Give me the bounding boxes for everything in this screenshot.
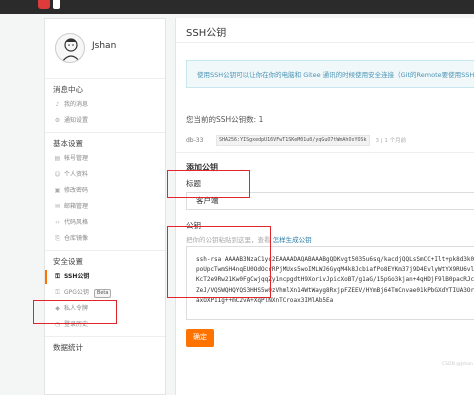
key-count-label: 您当前的SSH公钥数: 1 (186, 115, 264, 124)
code-icon: ‹› (55, 219, 60, 226)
account-icon: ▤ (54, 155, 61, 162)
sidebar-item-label: 通知设置 (64, 117, 89, 124)
avatar-image-icon (61, 38, 81, 62)
mirror-icon: ⎘ (55, 235, 60, 242)
username[interactable]: Jshan (92, 41, 116, 51)
title-input[interactable]: 客户端 (186, 192, 474, 210)
key-fingerprint: SHA256:YISgxedpU16VFwT1SKeM01u0/yqGuO7tW… (216, 134, 370, 146)
sidebar-item-bell[interactable]: ♪ 我的消息 (45, 97, 165, 113)
divider (45, 250, 165, 251)
gitee-logo[interactable] (38, 0, 50, 9)
key-hint: 把你的公钥粘贴到这里，查看 怎样生成公钥 (186, 234, 312, 244)
bell-icon: ♪ (55, 101, 60, 108)
sidebar-item-label: 帐号管理 (64, 155, 89, 162)
info-banner: 使用SSH公钥可以让你在你的电脑和 Gitee 通讯的时候使用安全连接（Git的… (186, 60, 474, 88)
page-title: SSH公钥 (186, 28, 227, 39)
sidebar-item-lock[interactable]: ▣ 修改密码 (45, 183, 165, 199)
gpg-key-icon: ⚿ (55, 289, 60, 296)
token-icon: ◆ (55, 305, 60, 312)
sidebar-item-code[interactable]: ‹› 代码风格 (45, 215, 165, 231)
sidebar-item-label: GPG公钥 (64, 289, 89, 296)
sidebar-item-gpg-key[interactable]: ⚿ GPG公钥 Beta (45, 285, 165, 301)
sidebar-item-label: 仓库镜像 (64, 235, 89, 242)
sidebar-item-mirror[interactable]: ⎘ 仓库镜像 (45, 231, 165, 247)
sidebar-section-title: 安全设置 (53, 257, 83, 266)
sidebar-item-label: SSH公钥 (64, 273, 90, 280)
watermark: CSDN @Jshan (442, 362, 473, 367)
sidebar-item-history[interactable]: ◷ 登录历史 (45, 317, 165, 333)
sidebar-item-label: 修改密码 (64, 187, 89, 194)
sidebar-menu: 消息中心 ♪ 我的消息 ⚙ 通知设置 基本设置 ▤ 帐号管理 ☺ 个人资料 ▣ 修改密码 ✉ 邮箱管理 ‹›… (45, 83, 165, 355)
key-name: db-33 (186, 136, 204, 144)
beta-badge: Beta (93, 288, 112, 298)
settings-icon: ⚙ (54, 117, 61, 124)
sidebar-item-label: 个人资料 (64, 171, 89, 178)
brand-mark (53, 0, 60, 9)
sidebar-section-title: 消息中心 (53, 85, 83, 94)
sidebar-item-mail[interactable]: ✉ 邮箱管理 (45, 199, 165, 215)
settings-sidebar: Jshan 消息中心 ♪ 我的消息 ⚙ 通知设置 基本设置 ▤ 帐号管理 ☺ 个人资料 ▣ 修改密码 ✉… (44, 18, 166, 395)
key-icon: ⚿ (55, 273, 60, 280)
avatar[interactable] (55, 33, 85, 63)
main-content: SSH公钥 使用SSH公钥可以让你在你的电脑和 Gitee 通讯的时候使用安全连… (175, 18, 474, 395)
user-profile: Jshan (45, 19, 165, 79)
sidebar-section-title: 基本设置 (53, 139, 83, 148)
sidebar-item-label: 代码风格 (64, 219, 89, 226)
mail-icon: ✉ (54, 203, 61, 210)
sidebar-item-label: 我的消息 (64, 101, 89, 108)
divider (176, 42, 474, 43)
key-meta: 3 | 1 个月前 (375, 138, 407, 144)
sidebar-item-key[interactable]: ⚿ SSH公钥 (45, 269, 165, 285)
generate-key-link[interactable]: 怎样生成公钥 (273, 236, 312, 244)
active-indicator (45, 270, 47, 284)
user-icon: ☺ (54, 171, 61, 178)
history-icon: ◷ (54, 321, 61, 328)
sidebar-item-user[interactable]: ☺ 个人资料 (45, 167, 165, 183)
sidebar-item-label: 登录历史 (64, 321, 89, 328)
public-key-textarea[interactable]: ssh-rsa AAAAB3NzaC1yc2EAAAADAQABAAABgQDK… (186, 246, 474, 320)
title-label: 标题 (186, 179, 201, 188)
add-key-heading: 添加公钥 (186, 163, 218, 172)
sidebar-item-label: 邮箱管理 (64, 203, 89, 210)
sidebar-item-label: 私人令牌 (64, 305, 89, 312)
ssh-key-row: db-33 SHA256:YISgxedpU16VFwT1SKeM01u0/yq… (186, 134, 474, 146)
sidebar-item-token[interactable]: ◆ 私人令牌 (45, 301, 165, 317)
divider (45, 132, 165, 133)
divider (45, 336, 165, 337)
lock-icon: ▣ (54, 187, 61, 194)
key-hint-text: 把你的公钥粘贴到这里，查看 (186, 236, 271, 244)
sidebar-section-title: 数据统计 (53, 343, 83, 352)
confirm-button[interactable]: 确定 (186, 329, 214, 347)
sidebar-item-settings[interactable]: ⚙ 通知设置 (45, 113, 165, 129)
top-navbar (0, 0, 474, 14)
key-label: 公钥 (186, 221, 201, 230)
sidebar-item-account[interactable]: ▤ 帐号管理 (45, 151, 165, 167)
divider (176, 152, 474, 153)
